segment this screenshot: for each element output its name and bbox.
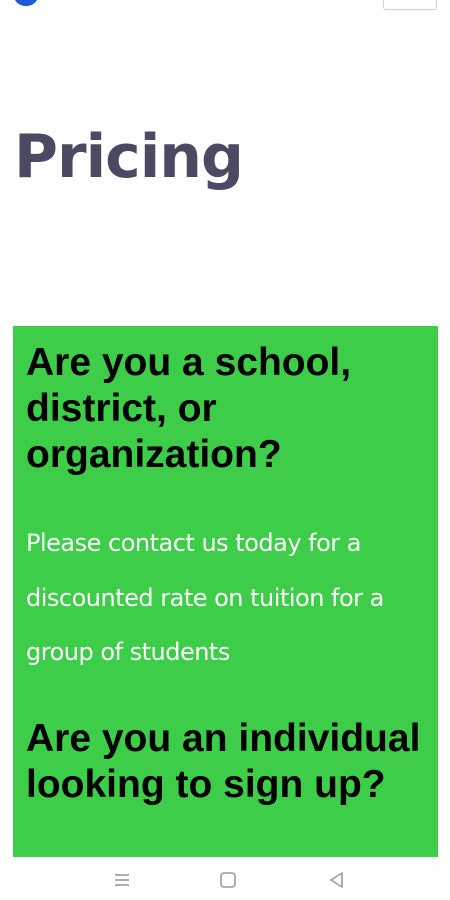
individual-heading: Are you an individual looking to sign up… xyxy=(26,717,421,806)
system-navigation-bar xyxy=(0,860,450,900)
organization-description: Please contact us today for a discounted… xyxy=(26,529,384,666)
page: Pricing Are you a school, district, or o… xyxy=(0,0,450,900)
page-title: Pricing xyxy=(14,122,244,192)
recents-icon[interactable] xyxy=(110,868,134,892)
organization-heading: Are you a school, district, or organizat… xyxy=(26,341,352,476)
top-bar xyxy=(0,0,450,12)
pricing-info-panel: Are you a school, district, or organizat… xyxy=(13,326,438,857)
back-icon[interactable] xyxy=(324,868,348,892)
home-icon[interactable] xyxy=(216,868,240,892)
menu-button[interactable] xyxy=(383,0,437,10)
logo-icon[interactable] xyxy=(14,0,38,6)
